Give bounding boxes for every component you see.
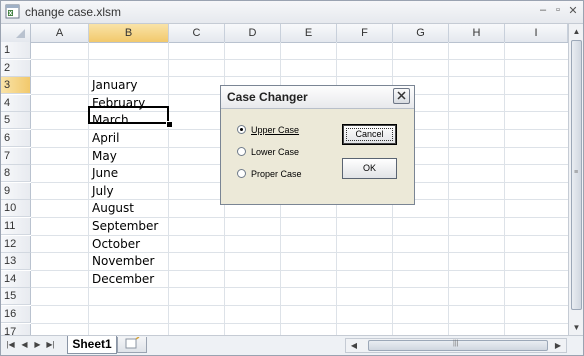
column-header-i[interactable]: I (505, 24, 568, 42)
vertical-scrollbar[interactable]: ▲ ≡ ▼ (568, 24, 583, 335)
gridline-vertical (504, 42, 505, 335)
row-header-5[interactable]: 5 (1, 112, 31, 130)
row-header-10[interactable]: 10 (1, 200, 31, 218)
insert-sheet-tab[interactable] (117, 336, 147, 353)
cancel-button[interactable]: Cancel (342, 124, 397, 145)
active-cell-border (88, 106, 169, 124)
cell-b14[interactable]: December (89, 271, 169, 288)
first-sheet-icon[interactable]: |◀ (5, 338, 16, 352)
gridline-horizontal (31, 322, 568, 324)
radio-button-selected[interactable] (237, 125, 246, 134)
radio-label-lower: Lower Case (251, 147, 300, 157)
excel-window: change case.xlsm – ▫ ✕ ABCDEFGHI 1234567… (0, 0, 584, 356)
close-icon[interactable]: ✕ (567, 4, 579, 17)
row-header-14[interactable]: 14 (1, 270, 31, 288)
horizontal-scrollbar[interactable]: ◀ ||| ▶ (345, 338, 567, 353)
cell-b8[interactable]: June (89, 165, 169, 182)
scroll-down-icon[interactable]: ▼ (569, 320, 583, 335)
cell-b6[interactable]: April (89, 130, 169, 147)
radio-button[interactable] (237, 147, 246, 156)
row-header-17[interactable]: 17 (1, 323, 31, 335)
cell-b13[interactable]: November (89, 253, 169, 270)
radio-label-proper: Proper Case (251, 169, 302, 179)
cancel-button-label: Cancel (355, 129, 384, 139)
column-header-f[interactable]: F (337, 24, 393, 42)
next-sheet-icon[interactable]: ▶ (32, 338, 43, 352)
cell-b9[interactable]: July (89, 183, 169, 200)
ok-button[interactable]: OK (342, 158, 397, 179)
cell-b11[interactable]: September (89, 218, 169, 235)
gridline-vertical (448, 42, 449, 335)
ok-button-label: OK (362, 163, 376, 173)
grip-icon: ≡ (574, 169, 579, 176)
column-headers: ABCDEFGHI (1, 24, 568, 43)
case-changer-dialog: Case Changer Upper Case Lower Case Prope… (220, 85, 415, 205)
column-header-a[interactable]: A (31, 24, 89, 42)
sheet-tab-bar: |◀ ◀ ▶ ▶| Sheet1 ◀ ||| ▶ (1, 335, 583, 355)
column-header-d[interactable]: D (225, 24, 281, 42)
row-header-8[interactable]: 8 (1, 165, 31, 183)
column-header-g[interactable]: G (393, 24, 449, 42)
sheet-tab-sheet1[interactable]: Sheet1 (67, 336, 117, 354)
row-header-11[interactable]: 11 (1, 218, 31, 235)
restore-icon[interactable]: ▫ (552, 4, 564, 16)
column-header-b[interactable]: B (89, 24, 169, 42)
row-header-16[interactable]: 16 (1, 306, 31, 323)
dialog-title-bar[interactable]: Case Changer (221, 86, 414, 109)
scroll-up-icon[interactable]: ▲ (569, 24, 583, 39)
minimize-icon[interactable]: – (537, 4, 549, 16)
fill-handle[interactable] (166, 121, 173, 128)
cell-b10[interactable]: August (89, 200, 169, 217)
row-header-7[interactable]: 7 (1, 147, 31, 165)
radio-button[interactable] (237, 169, 246, 178)
select-all-corner[interactable] (1, 24, 31, 42)
row-header-9[interactable]: 9 (1, 182, 31, 200)
dialog-title: Case Changer (227, 90, 308, 104)
grip-icon: ||| (453, 340, 459, 347)
row-header-4[interactable]: 4 (1, 94, 31, 112)
excel-document-icon (5, 4, 20, 19)
column-header-h[interactable]: H (449, 24, 505, 42)
row-header-3[interactable]: 3 (1, 77, 31, 95)
scroll-left-icon[interactable]: ◀ (348, 339, 360, 352)
row-header-6[interactable]: 6 (1, 130, 31, 147)
window-title: change case.xlsm (25, 5, 122, 19)
radio-label-upper: Upper Case (251, 125, 300, 135)
select-all-triangle-icon (16, 29, 25, 38)
row-header-13[interactable]: 13 (1, 253, 31, 271)
scroll-right-icon[interactable]: ▶ (552, 339, 564, 352)
column-header-e[interactable]: E (281, 24, 337, 42)
gridline-horizontal (31, 58, 568, 60)
horizontal-scroll-thumb[interactable]: ||| (368, 340, 548, 351)
row-header-15[interactable]: 15 (1, 288, 31, 306)
dialog-close-button[interactable] (393, 88, 410, 104)
last-sheet-icon[interactable]: ▶| (45, 338, 56, 352)
prev-sheet-icon[interactable]: ◀ (19, 338, 30, 352)
cell-b3[interactable]: January (89, 77, 169, 94)
insert-sheet-icon (125, 336, 140, 349)
close-icon (397, 91, 406, 100)
gridline-horizontal (31, 305, 568, 306)
cell-b7[interactable]: May (89, 148, 169, 165)
row-header-1[interactable]: 1 (1, 42, 31, 59)
cell-b12[interactable]: October (89, 236, 169, 253)
column-header-c[interactable]: C (169, 24, 225, 42)
row-header-12[interactable]: 12 (1, 235, 31, 253)
title-bar: change case.xlsm – ▫ ✕ (1, 1, 583, 24)
row-header-2[interactable]: 2 (1, 59, 31, 77)
vertical-scroll-thumb[interactable]: ≡ (571, 40, 582, 310)
